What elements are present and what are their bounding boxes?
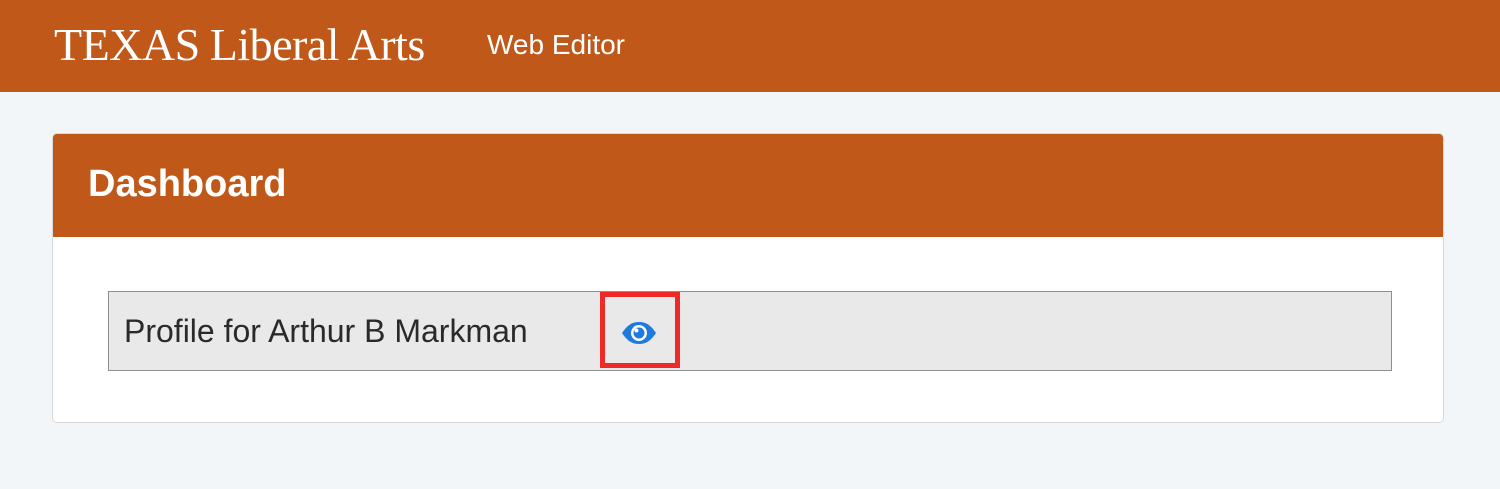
app-name[interactable]: Web Editor (487, 28, 625, 62)
profile-row: Profile for Arthur B Markman (108, 291, 1392, 371)
profile-label: Profile for Arthur B Markman (124, 313, 528, 349)
eye-icon (622, 322, 656, 344)
dashboard-card: Dashboard Profile for Arthur B Markman (52, 133, 1444, 423)
view-profile-button[interactable] (600, 292, 680, 368)
logo-texas: TEXAS (54, 19, 200, 70)
site-logo[interactable]: TEXAS Liberal Arts (54, 19, 425, 71)
top-bar: TEXAS Liberal Arts Web Editor (0, 0, 1500, 92)
dashboard-title: Dashboard (88, 163, 287, 205)
logo-liberal-arts: Liberal Arts (209, 19, 426, 70)
dashboard-header: Dashboard (53, 134, 1443, 237)
